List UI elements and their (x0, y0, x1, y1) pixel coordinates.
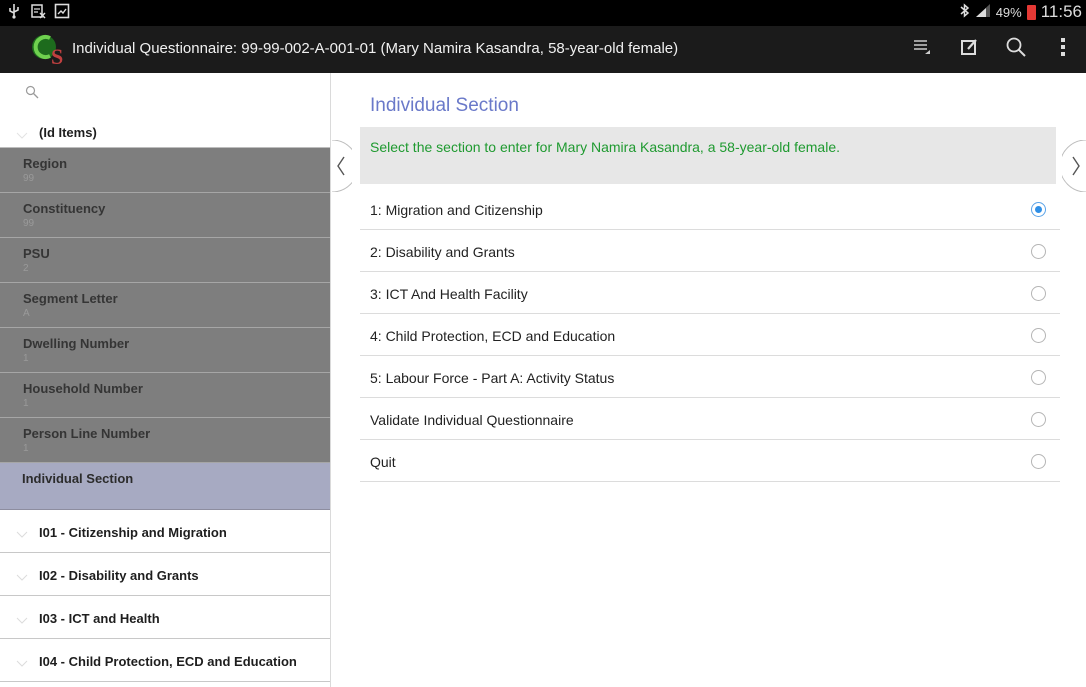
option-migration-citizenship[interactable]: 1: Migration and Citizenship (360, 188, 1060, 230)
option-label: 5: Labour Force - Part A: Activity Statu… (370, 370, 615, 386)
debug-icon (30, 3, 46, 19)
option-labour-force[interactable]: 5: Labour Force - Part A: Activity Statu… (360, 356, 1060, 398)
status-bar: 49% 11:56 (0, 0, 1086, 26)
tree-item-label: Segment Letter (23, 291, 118, 306)
option-label: 2: Disability and Grants (370, 244, 515, 260)
chevron-down-icon (16, 569, 28, 581)
tree-item-segment-letter[interactable]: Segment Letter A (0, 283, 330, 328)
clock: 11:56 (1040, 2, 1082, 21)
system-status: 49% 11:56 (960, 2, 1082, 22)
option-ict-health[interactable]: 3: ICT And Health Facility (360, 272, 1060, 314)
instruction-text: Select the section to enter for Mary Nam… (370, 139, 840, 155)
option-validate[interactable]: Validate Individual Questionnaire (360, 398, 1060, 440)
tree-item-label: Individual Section (22, 471, 134, 486)
tree-item-value: 1 (23, 398, 29, 409)
tree-item-household-number[interactable]: Household Number 1 (0, 373, 330, 418)
tree-group-i01[interactable]: I01 - Citizenship and Migration (0, 510, 330, 553)
tree-item-region[interactable]: Region 99 (0, 148, 330, 193)
option-label: Quit (370, 454, 396, 470)
option-label: 4: Child Protection, ECD and Education (370, 328, 616, 344)
id-items-label: (Id Items) (39, 125, 97, 140)
chevron-down-icon (16, 612, 28, 624)
option-quit[interactable]: Quit (360, 440, 1060, 482)
next-button[interactable] (1059, 139, 1086, 193)
tree-item-dwelling-number[interactable]: Dwelling Number 1 (0, 328, 330, 373)
menu-list-button[interactable] (898, 26, 945, 73)
tree-item-label: Person Line Number (23, 426, 151, 441)
tree-group-i03[interactable]: I03 - ICT and Health (0, 596, 330, 639)
screenshot-icon (54, 3, 70, 19)
tree-group-label: I01 - Citizenship and Migration (39, 525, 227, 540)
tree-group-label: I04 - Child Protection, ECD and Educatio… (39, 654, 297, 669)
edit-icon (960, 38, 978, 61)
notification-icons (6, 3, 70, 19)
radio-button[interactable] (1031, 286, 1046, 301)
overflow-menu-icon (1060, 37, 1066, 62)
tree-group-label: I02 - Disability and Grants (39, 568, 199, 583)
option-disability-grants[interactable]: 2: Disability and Grants (360, 230, 1060, 272)
search-icon (25, 85, 39, 103)
questionnaire-title: Individual Questionnaire: 99-99-002-A-00… (72, 40, 679, 57)
app-screen: 49% 11:56 S Individual Questionnaire: 99… (0, 0, 1086, 687)
tree-item-label: Region (23, 156, 68, 171)
option-label: Validate Individual Questionnaire (370, 412, 574, 428)
tree-item-person-line-number[interactable]: Person Line Number 1 (0, 418, 330, 463)
case-tree-panel: (Id Items) Region 99 Constituency 99 PSU… (0, 73, 331, 687)
search-icon (1005, 36, 1027, 63)
bluetooth-icon (960, 3, 970, 21)
usb-icon (6, 3, 22, 19)
svg-text:S: S (51, 44, 63, 69)
section-title: Individual Section (370, 95, 519, 116)
id-items-header[interactable]: (Id Items) (0, 112, 330, 148)
option-label: 3: ICT And Health Facility (370, 286, 528, 302)
tree-item-value: 1 (23, 353, 29, 364)
previous-button[interactable] (331, 139, 359, 193)
tree-item-label: Constituency (23, 201, 106, 216)
chevron-down-icon (16, 127, 28, 139)
tree-item-label: Dwelling Number (23, 336, 130, 351)
radio-button[interactable] (1031, 202, 1046, 217)
action-bar: S Individual Questionnaire: 99-99-002-A-… (0, 26, 1086, 73)
tree-item-psu[interactable]: PSU 2 (0, 238, 330, 283)
chevron-down-icon (16, 526, 28, 538)
radio-button[interactable] (1031, 328, 1046, 343)
battery-percent: 49% (995, 4, 1022, 20)
tree-item-label: PSU (23, 246, 50, 261)
instruction-message: Select the section to enter for Mary Nam… (360, 127, 1056, 184)
tree-item-label: Household Number (23, 381, 143, 396)
tree-item-constituency[interactable]: Constituency 99 (0, 193, 330, 238)
tree-search[interactable] (0, 73, 330, 112)
tree-item-value: 99 (23, 218, 35, 229)
tree-item-individual-section[interactable]: Individual Section (0, 463, 330, 510)
tree-group-i02[interactable]: I02 - Disability and Grants (0, 553, 330, 596)
tree-item-value: A (23, 308, 30, 319)
option-child-protection[interactable]: 4: Child Protection, ECD and Education (360, 314, 1060, 356)
tree-item-value: 99 (23, 173, 35, 184)
option-label: 1: Migration and Citizenship (370, 202, 543, 218)
battery-icon (1026, 4, 1036, 20)
action-bar-buttons (898, 26, 1086, 73)
radio-button[interactable] (1031, 244, 1046, 259)
app-logo-icon: S (30, 29, 70, 69)
chevron-down-icon (16, 655, 28, 667)
section-selection-panel: Individual Section Select the section to… (331, 73, 1086, 687)
search-button[interactable] (992, 26, 1039, 73)
signal-icon (975, 3, 991, 21)
tree-group-label: I03 - ICT and Health (39, 611, 160, 626)
radio-button[interactable] (1031, 412, 1046, 427)
section-options: 1: Migration and Citizenship 2: Disabili… (360, 188, 1060, 482)
menu-list-icon (913, 39, 931, 60)
overflow-menu-button[interactable] (1039, 26, 1086, 73)
radio-button[interactable] (1031, 454, 1046, 469)
tree-item-value: 1 (23, 443, 29, 454)
tree-group-i04[interactable]: I04 - Child Protection, ECD and Educatio… (0, 639, 330, 682)
edit-button[interactable] (945, 26, 992, 73)
radio-button[interactable] (1031, 370, 1046, 385)
tree-item-value: 2 (23, 263, 29, 274)
